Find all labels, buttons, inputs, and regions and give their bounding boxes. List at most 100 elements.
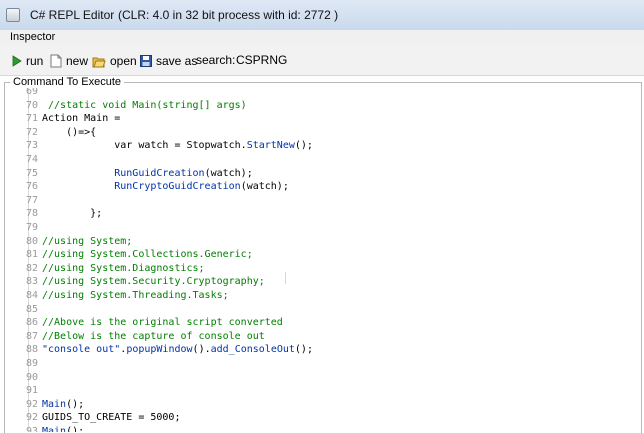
code-token: //using System; [42, 235, 133, 247]
code-token: Main [42, 426, 67, 432]
code-token: popupWindow [126, 344, 193, 356]
inspector-header: Inspector [0, 30, 644, 46]
code-editor[interactable]: 69 70 //static void Main(string[] args) 71… [22, 88, 632, 432]
code-token: }; [42, 208, 103, 220]
run-button[interactable]: run [12, 53, 43, 69]
line-number: 77 [25, 194, 38, 206]
code-token: "console out" [42, 344, 121, 356]
code-token: GUIDS_TO_CREATE = 5000; [42, 412, 181, 424]
code-line: 89 [22, 357, 42, 371]
line-number: 93 [25, 426, 38, 432]
inspector-title: Inspector [10, 31, 56, 43]
code-line: 74 [22, 153, 42, 167]
code-line: 81 //using System.Collections.Generic; [22, 248, 253, 262]
window-title: C# REPL Editor [30, 8, 115, 22]
code-token: (watch); [204, 167, 253, 179]
window-subtitle: (CLR: 4.0 in 32 bit process with id: 277… [118, 8, 339, 22]
code-line: 92 GUIDS_TO_CREATE = 5000; [22, 411, 181, 425]
save-disk-icon [140, 55, 152, 67]
code-line: 72 ()=>{ [22, 126, 96, 140]
code-token: //using System.Threading.Tasks; [42, 290, 229, 301]
line-number: 78 [25, 208, 38, 220]
code-line: 69 [22, 88, 42, 99]
line-number: 92 [25, 412, 38, 424]
code-token: //static void Main(string[] args) [42, 99, 247, 111]
save-as-label: save as [156, 54, 198, 68]
code-line: 79 [22, 221, 42, 235]
line-number: 79 [25, 222, 38, 233]
play-icon [12, 55, 22, 67]
code-token: (). [192, 344, 211, 356]
code-token: (); [66, 398, 85, 410]
code-line: 82 //using System.Diagnostics; [22, 262, 205, 276]
code-line: 70 //static void Main(string[] args) [22, 99, 247, 113]
code-token: RunGuidCreation [114, 167, 205, 179]
code-token: //using System.Collections.Generic; [42, 249, 253, 261]
line-number: 85 [25, 303, 38, 315]
new-label: new [66, 54, 89, 68]
code-token: (); [294, 344, 313, 356]
line-number: 69 [25, 88, 38, 97]
code-token: //Above is the original script converted [42, 317, 283, 329]
code-line: 73 var watch = Stopwatch.StartNew(); [22, 139, 313, 153]
line-number: 71 [25, 113, 38, 125]
line-number: 88 [25, 344, 38, 356]
code-line: 90 [22, 371, 42, 385]
code-line: 85 [22, 303, 42, 317]
line-number: 89 [25, 358, 38, 369]
code-line: 91 [22, 384, 42, 398]
code-token: (); [294, 140, 313, 152]
code-token: StartNew [246, 140, 295, 152]
line-number: 80 [25, 235, 38, 247]
line-number: 73 [25, 140, 38, 152]
code-token: //using System.Security.Cryptography; [42, 276, 265, 288]
code-line: 76 RunCryptoGuidCreation(watch); [22, 180, 289, 194]
line-number: 92 [25, 398, 38, 410]
text-caret [285, 272, 286, 284]
line-number: 91 [25, 385, 38, 397]
title-bar: C# REPL Editor (CLR: 4.0 in 32 bit proce… [0, 0, 644, 31]
line-number: 81 [25, 249, 38, 261]
line-number: 76 [25, 181, 38, 193]
line-number: 87 [25, 330, 38, 342]
code-line: 86 //Above is the original script convert… [22, 316, 283, 330]
line-number: 84 [25, 290, 38, 301]
line-number: 90 [25, 371, 38, 383]
search-label: search: [196, 53, 236, 67]
code-token: ()=>{ [42, 126, 97, 138]
open-folder-icon [92, 57, 106, 67]
code-line: 71 Action Main = [22, 112, 120, 126]
code-token: var watch = Stopwatch. [42, 140, 247, 152]
search-input[interactable] [234, 50, 328, 70]
line-number: 75 [25, 167, 38, 179]
line-number: 72 [25, 126, 38, 138]
code-token: RunCryptoGuidCreation [114, 181, 241, 193]
code-line: 78 }; [22, 207, 102, 221]
app-icon [6, 8, 20, 22]
command-panel-title: Command To Execute [10, 76, 125, 88]
code-line: 84 //using System.Threading.Tasks; [22, 289, 229, 303]
line-number: 86 [25, 317, 38, 329]
open-button[interactable]: open [92, 53, 137, 69]
code-line: 88 "console out".popupWindow().add_Consol… [22, 343, 313, 357]
new-document-icon [50, 54, 62, 68]
code-line: 75 RunGuidCreation(watch); [22, 167, 253, 181]
code-line: 92 Main(); [22, 398, 84, 412]
code-line: 83 //using System.Security.Cryptography; [22, 275, 265, 289]
code-token: //using System.Diagnostics; [42, 262, 205, 274]
open-label: open [110, 54, 137, 68]
toolbar: run new open save as search: [0, 45, 644, 76]
save-as-button[interactable]: save as [140, 53, 197, 69]
run-label: run [26, 54, 44, 68]
code-line: 77 [22, 194, 42, 208]
code-token: add_ConsoleOut [210, 344, 295, 356]
code-line: 93 Main(); [22, 425, 84, 432]
code-token: Action Main = [42, 113, 121, 125]
code-token: (); [66, 426, 85, 432]
line-number: 74 [25, 154, 38, 165]
code-token: Main [42, 398, 67, 410]
new-button[interactable]: new [50, 53, 88, 69]
line-number: 70 [25, 99, 38, 111]
